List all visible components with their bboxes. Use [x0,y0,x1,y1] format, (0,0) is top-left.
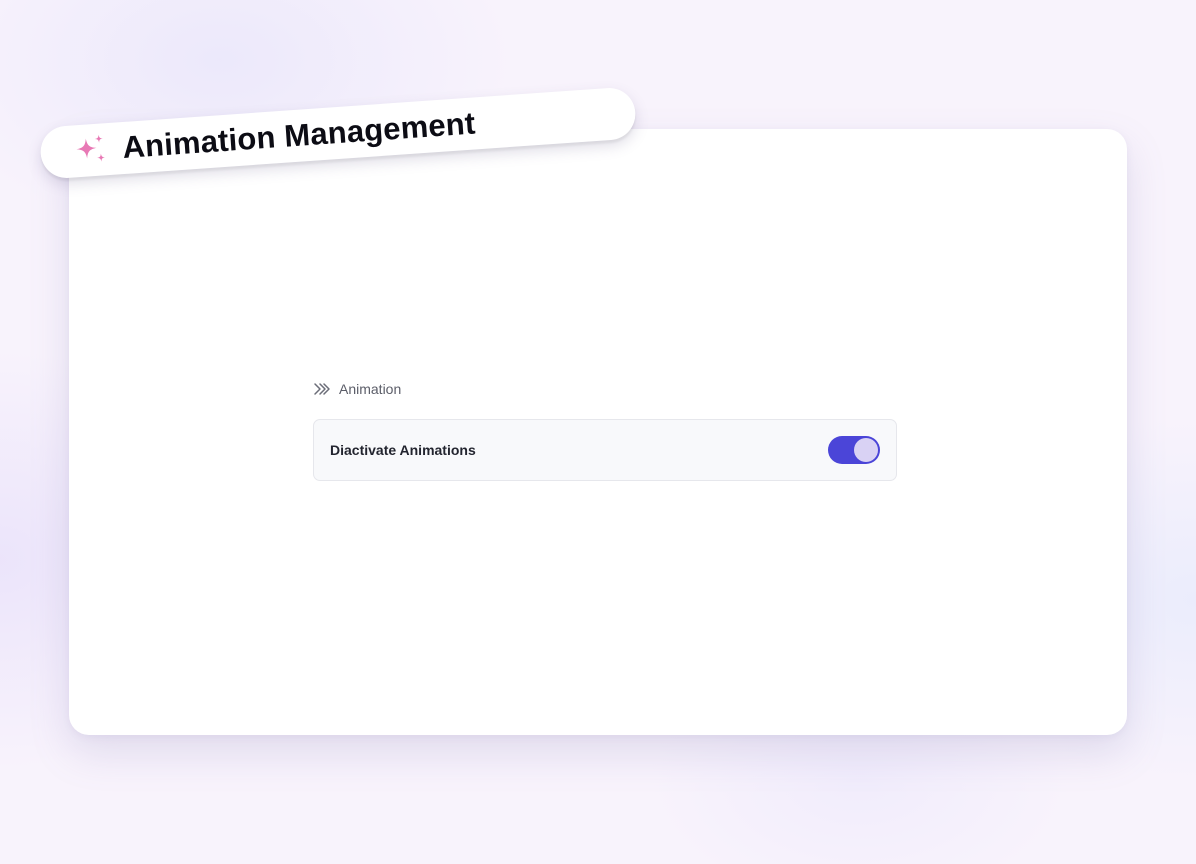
setting-label: Diactivate Animations [330,442,476,458]
toggle-knob [854,438,878,462]
setting-row-deactivate-animations: Diactivate Animations [313,419,897,481]
double-chevron-icon [313,382,331,396]
section-label: Animation [339,381,402,397]
deactivate-animations-toggle[interactable] [828,436,880,464]
sparkles-icon [71,131,109,169]
animation-section: Animation Diactivate Animations [313,378,897,481]
section-header: Animation [313,378,897,400]
